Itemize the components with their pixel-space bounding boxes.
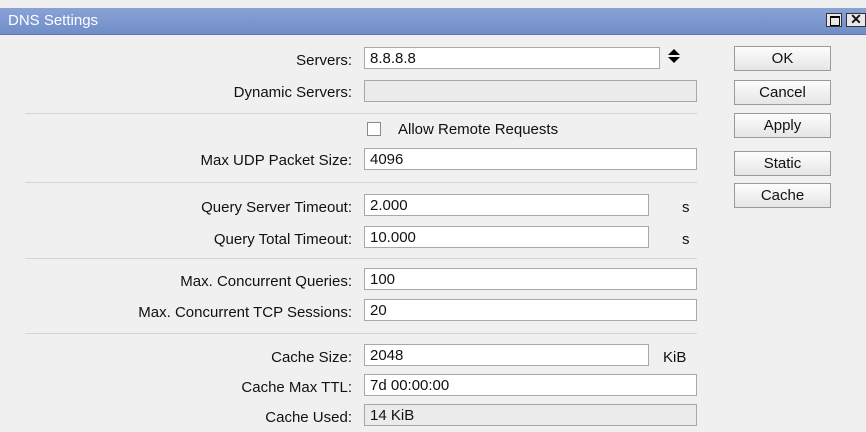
max-tcp-sessions-label: Max. Concurrent TCP Sessions: <box>138 304 352 321</box>
query-total-timeout-input[interactable]: 10.000 <box>364 226 649 248</box>
query-server-timeout-input[interactable]: 2.000 <box>364 194 649 216</box>
apply-button[interactable]: Apply <box>734 113 831 138</box>
separator <box>25 182 697 183</box>
up-down-arrows-icon[interactable] <box>667 48 681 64</box>
max-udp-input[interactable]: 4096 <box>364 148 697 170</box>
cache-max-ttl-input[interactable]: 7d 00:00:00 <box>364 374 697 396</box>
max-tcp-sessions-input[interactable]: 20 <box>364 299 697 321</box>
cache-button[interactable]: Cache <box>734 183 831 208</box>
separator <box>25 333 697 334</box>
servers-input[interactable]: 8.8.8.8 <box>364 47 660 69</box>
query-total-timeout-unit: s <box>682 231 690 248</box>
query-server-timeout-label: Query Server Timeout: <box>201 199 352 216</box>
cache-size-unit: KiB <box>663 349 687 366</box>
window-title: DNS Settings <box>8 12 99 29</box>
cache-size-label: Cache Size: <box>271 349 352 366</box>
servers-label: Servers: <box>296 52 352 69</box>
cache-used-field: 14 KiB <box>364 404 697 426</box>
allow-remote-requests-checkbox[interactable] <box>367 122 381 136</box>
query-server-timeout-unit: s <box>682 199 690 216</box>
max-udp-label: Max UDP Packet Size: <box>200 152 352 169</box>
allow-remote-requests-label[interactable]: Allow Remote Requests <box>398 121 558 138</box>
restore-icon[interactable] <box>826 13 842 27</box>
static-button[interactable]: Static <box>734 151 831 176</box>
max-concurrent-queries-label: Max. Concurrent Queries: <box>180 273 352 290</box>
separator <box>25 113 697 114</box>
close-icon[interactable]: ✕ <box>846 12 866 27</box>
dynamic-servers-label: Dynamic Servers: <box>233 84 352 101</box>
cache-size-input[interactable]: 2048 <box>364 344 649 366</box>
separator <box>25 258 697 259</box>
dynamic-servers-field <box>364 80 697 102</box>
max-concurrent-queries-input[interactable]: 100 <box>364 268 697 290</box>
cache-max-ttl-label: Cache Max TTL: <box>241 379 352 396</box>
title-bar[interactable]: DNS Settings ✕ <box>0 8 866 35</box>
cache-used-label: Cache Used: <box>265 409 352 426</box>
query-total-timeout-label: Query Total Timeout: <box>213 231 352 248</box>
cancel-button[interactable]: Cancel <box>734 80 831 105</box>
dns-settings-window: DNS Settings ✕ Servers: 8.8.8.8 Dynamic … <box>0 0 866 432</box>
ok-button[interactable]: OK <box>734 46 831 71</box>
